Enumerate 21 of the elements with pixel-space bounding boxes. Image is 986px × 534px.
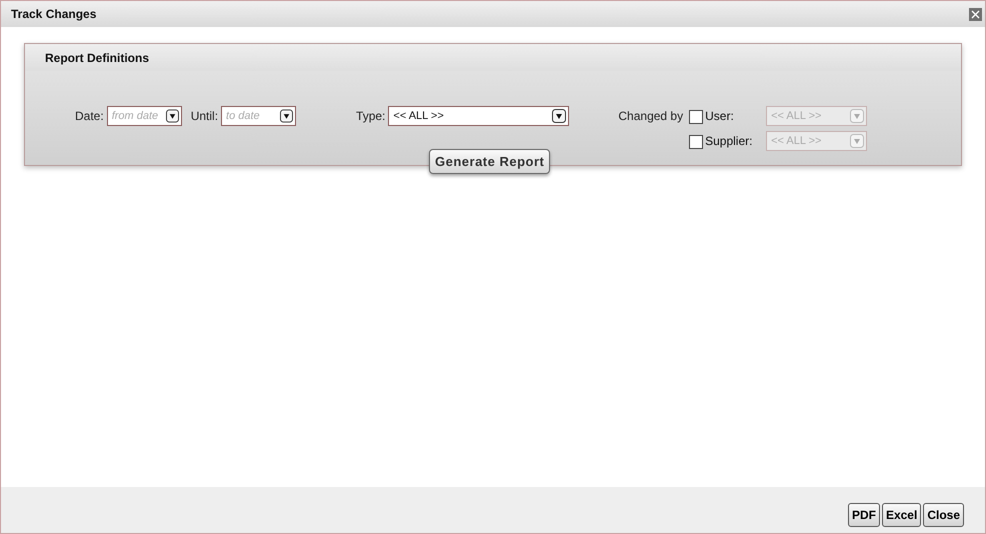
footer-button[interactable]: Excel: [882, 503, 922, 527]
changed-by-label: Changed by: [618, 108, 684, 125]
type-dropdown[interactable]: << ALL >>: [388, 106, 570, 126]
window-title: Track Changes: [11, 7, 96, 21]
dropdown-icon[interactable]: [552, 109, 566, 123]
generate-report-button[interactable]: Generate Report: [429, 149, 550, 174]
dropdown-icon[interactable]: [166, 109, 179, 123]
footer-button[interactable]: Close: [923, 503, 964, 527]
dropdown-icon[interactable]: [280, 109, 294, 123]
until-label: Until:: [190, 108, 218, 125]
to-date-input[interactable]: to date: [226, 110, 280, 122]
filter-label: User:: [705, 108, 735, 125]
type-label: Type:: [356, 108, 386, 125]
filter-label: Supplier:: [705, 133, 754, 150]
to-date-field[interactable]: to date: [221, 106, 296, 126]
close-icon[interactable]: [969, 8, 982, 20]
panel-title: Report Definitions: [45, 50, 149, 64]
footer-button[interactable]: PDF: [848, 503, 880, 527]
from-date-field[interactable]: from date: [106, 106, 182, 126]
date-label: Date:: [75, 108, 104, 125]
from-date-input[interactable]: from date: [112, 110, 166, 122]
